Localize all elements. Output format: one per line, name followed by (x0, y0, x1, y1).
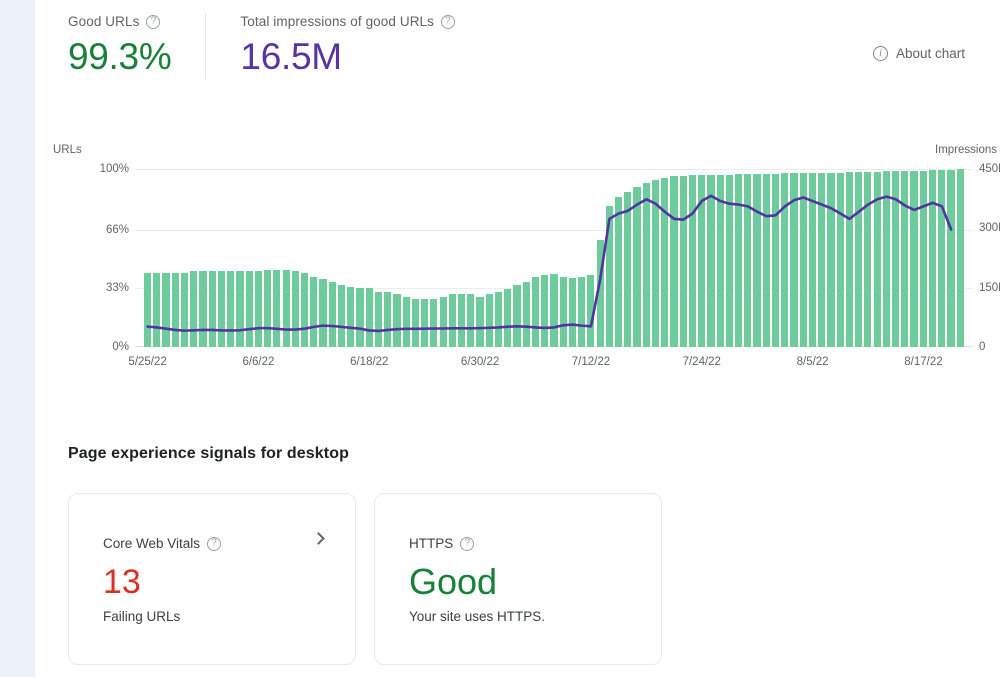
x-axis-tick-label: 5/25/22 (128, 356, 166, 368)
help-circle-icon[interactable]: ? (460, 537, 474, 551)
metric-good-urls: Good URLs ? 99.3% (68, 14, 205, 79)
x-axis-tick-label: 8/17/22 (904, 356, 942, 368)
card-core-web-vitals-label: Core Web Vitals (103, 536, 200, 551)
y2-axis-tick-label: 450K (979, 163, 1000, 175)
left-rail (0, 0, 35, 677)
info-circle-icon: i (873, 46, 888, 61)
metric-total-impressions-value: 16.5M (240, 35, 455, 79)
y2-axis-tick-label: 150K (979, 282, 1000, 294)
summary-metrics: Good URLs ? 99.3% Total impressions of g… (68, 14, 455, 79)
help-circle-icon[interactable]: ? (207, 537, 221, 551)
about-chart-link[interactable]: i About chart (873, 46, 965, 61)
x-axis-tick-label: 8/5/22 (797, 356, 829, 368)
card-core-web-vitals-sub: Failing URLs (103, 609, 325, 624)
card-https-label: HTTPS (409, 536, 453, 551)
x-axis-tick-label: 7/24/22 (683, 356, 721, 368)
card-https-value: Good (409, 563, 631, 601)
card-https-head: HTTPS ? (409, 536, 631, 551)
card-core-web-vitals-head: Core Web Vitals ? (103, 536, 325, 551)
help-circle-icon[interactable]: ? (146, 15, 160, 29)
y-axis-tick-label: 0% (112, 341, 129, 353)
metric-total-impressions: Total impressions of good URLs ? 16.5M (205, 14, 455, 79)
metric-good-urls-label: Good URLs ? (68, 14, 171, 29)
x-axis-tick-label: 6/18/22 (350, 356, 388, 368)
card-https-sub: Your site uses HTTPS. (409, 609, 631, 624)
signal-cards: Core Web Vitals ? 13 Failing URLs HTTPS … (68, 493, 662, 665)
chart-plot-area: 0%33%66%100% 0150K300K450K (143, 169, 965, 347)
about-chart-label: About chart (896, 46, 965, 61)
metric-total-impressions-label-text: Total impressions of good URLs (240, 14, 434, 29)
card-core-web-vitals-value: 13 (103, 563, 325, 601)
good-urls-line-path (148, 196, 952, 331)
help-circle-icon[interactable]: ? (441, 15, 455, 29)
metric-good-urls-label-text: Good URLs (68, 14, 139, 29)
y-axis-title: URLs (53, 144, 82, 156)
y-axis-tick-label: 100% (100, 163, 129, 175)
x-axis-tick-label: 6/6/22 (242, 356, 274, 368)
y2-axis-tick-label: 300K (979, 222, 1000, 234)
page-title: Page experience signals for desktop (68, 445, 349, 463)
card-https[interactable]: HTTPS ? Good Your site uses HTTPS. (374, 493, 662, 665)
y2-axis-tick-label: 0 (979, 341, 985, 353)
good-urls-line (143, 169, 965, 347)
x-axis-ticks: 5/25/226/6/226/18/226/30/227/12/227/24/2… (143, 356, 965, 378)
x-axis-tick-label: 7/12/22 (572, 356, 610, 368)
card-core-web-vitals[interactable]: Core Web Vitals ? 13 Failing URLs (68, 493, 356, 665)
page-experience-panel: Good URLs ? 99.3% Total impressions of g… (35, 0, 1000, 677)
y2-axis-title: Impressions (935, 144, 997, 156)
y-axis-tick-label: 33% (106, 282, 129, 294)
x-axis-tick-label: 6/30/22 (461, 356, 499, 368)
page-experience-chart: URLs Impressions 0%33%66%100% 0150K300K4… (35, 140, 1000, 385)
metric-good-urls-value: 99.3% (68, 35, 171, 79)
y-axis-tick-label: 66% (106, 224, 129, 236)
metric-total-impressions-label: Total impressions of good URLs ? (240, 14, 455, 29)
